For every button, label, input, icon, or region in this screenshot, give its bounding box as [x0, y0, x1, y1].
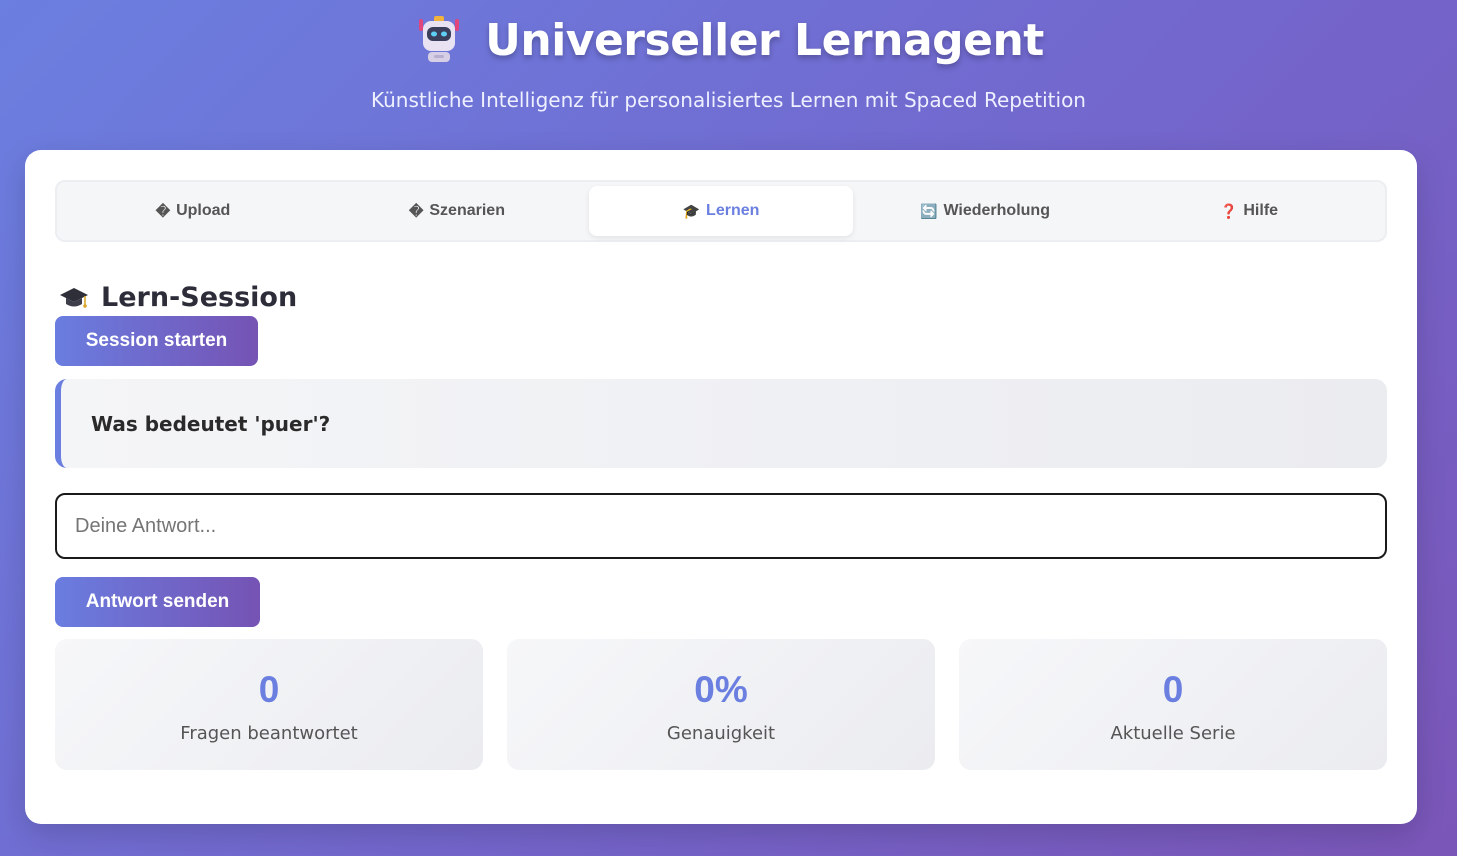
- app-title: Universeller Lernagent: [485, 14, 1044, 66]
- stat-card-accuracy: 0% Genauigkeit: [507, 639, 935, 770]
- upload-icon: �: [155, 202, 171, 219]
- tab-bar: � Upload � Szenarien 🎓 Lernen 🔄 Wiederho…: [55, 180, 1387, 242]
- stat-card-answered: 0 Fragen beantwortet: [55, 639, 483, 770]
- scenarios-icon: �: [409, 202, 424, 219]
- section-title: Lern-Session: [101, 282, 298, 313]
- question-mark-icon: ❓: [1219, 202, 1238, 219]
- stat-label: Aktuelle Serie: [1110, 723, 1236, 744]
- stat-card-streak: 0 Aktuelle Serie: [959, 639, 1387, 770]
- tab-label: Wiederholung: [943, 202, 1050, 219]
- stat-label: Genauigkeit: [666, 723, 776, 744]
- title-row: Universeller Lernagent: [0, 14, 1457, 66]
- tab-label: Szenarien: [429, 202, 505, 219]
- tab-help[interactable]: ❓ Hilfe: [1117, 186, 1381, 236]
- question-box: Was bedeutet 'puer'?: [55, 379, 1387, 468]
- tab-upload[interactable]: � Upload: [61, 186, 325, 236]
- answer-input[interactable]: [55, 493, 1387, 559]
- graduation-cap-icon: [59, 283, 89, 313]
- main-card: � Upload � Szenarien 🎓 Lernen 🔄 Wiederho…: [25, 150, 1417, 824]
- refresh-icon: 🔄: [920, 202, 938, 219]
- tab-learn[interactable]: 🎓 Lernen: [589, 186, 853, 236]
- stat-label: Fragen beantwortet: [180, 723, 358, 744]
- app-subtitle: Künstliche Intelligenz für personalisier…: [371, 88, 1086, 112]
- start-session-button[interactable]: Session starten: [55, 316, 258, 366]
- tab-label: Hilfe: [1243, 202, 1279, 219]
- graduation-cap-icon: 🎓: [682, 202, 701, 219]
- tab-scenarios[interactable]: � Szenarien: [325, 186, 589, 236]
- stat-value: 0: [258, 669, 280, 710]
- stat-value: 0: [1162, 669, 1184, 710]
- tab-review[interactable]: 🔄 Wiederholung: [853, 186, 1117, 236]
- tab-label: Lernen: [706, 202, 760, 219]
- stat-value: 0%: [694, 669, 748, 710]
- send-answer-button[interactable]: Antwort senden: [55, 577, 260, 627]
- robot-icon: [413, 14, 465, 66]
- tab-label: Upload: [176, 202, 231, 219]
- question-text: Was bedeutet 'puer'?: [91, 411, 331, 436]
- section-heading: Lern-Session: [59, 282, 297, 313]
